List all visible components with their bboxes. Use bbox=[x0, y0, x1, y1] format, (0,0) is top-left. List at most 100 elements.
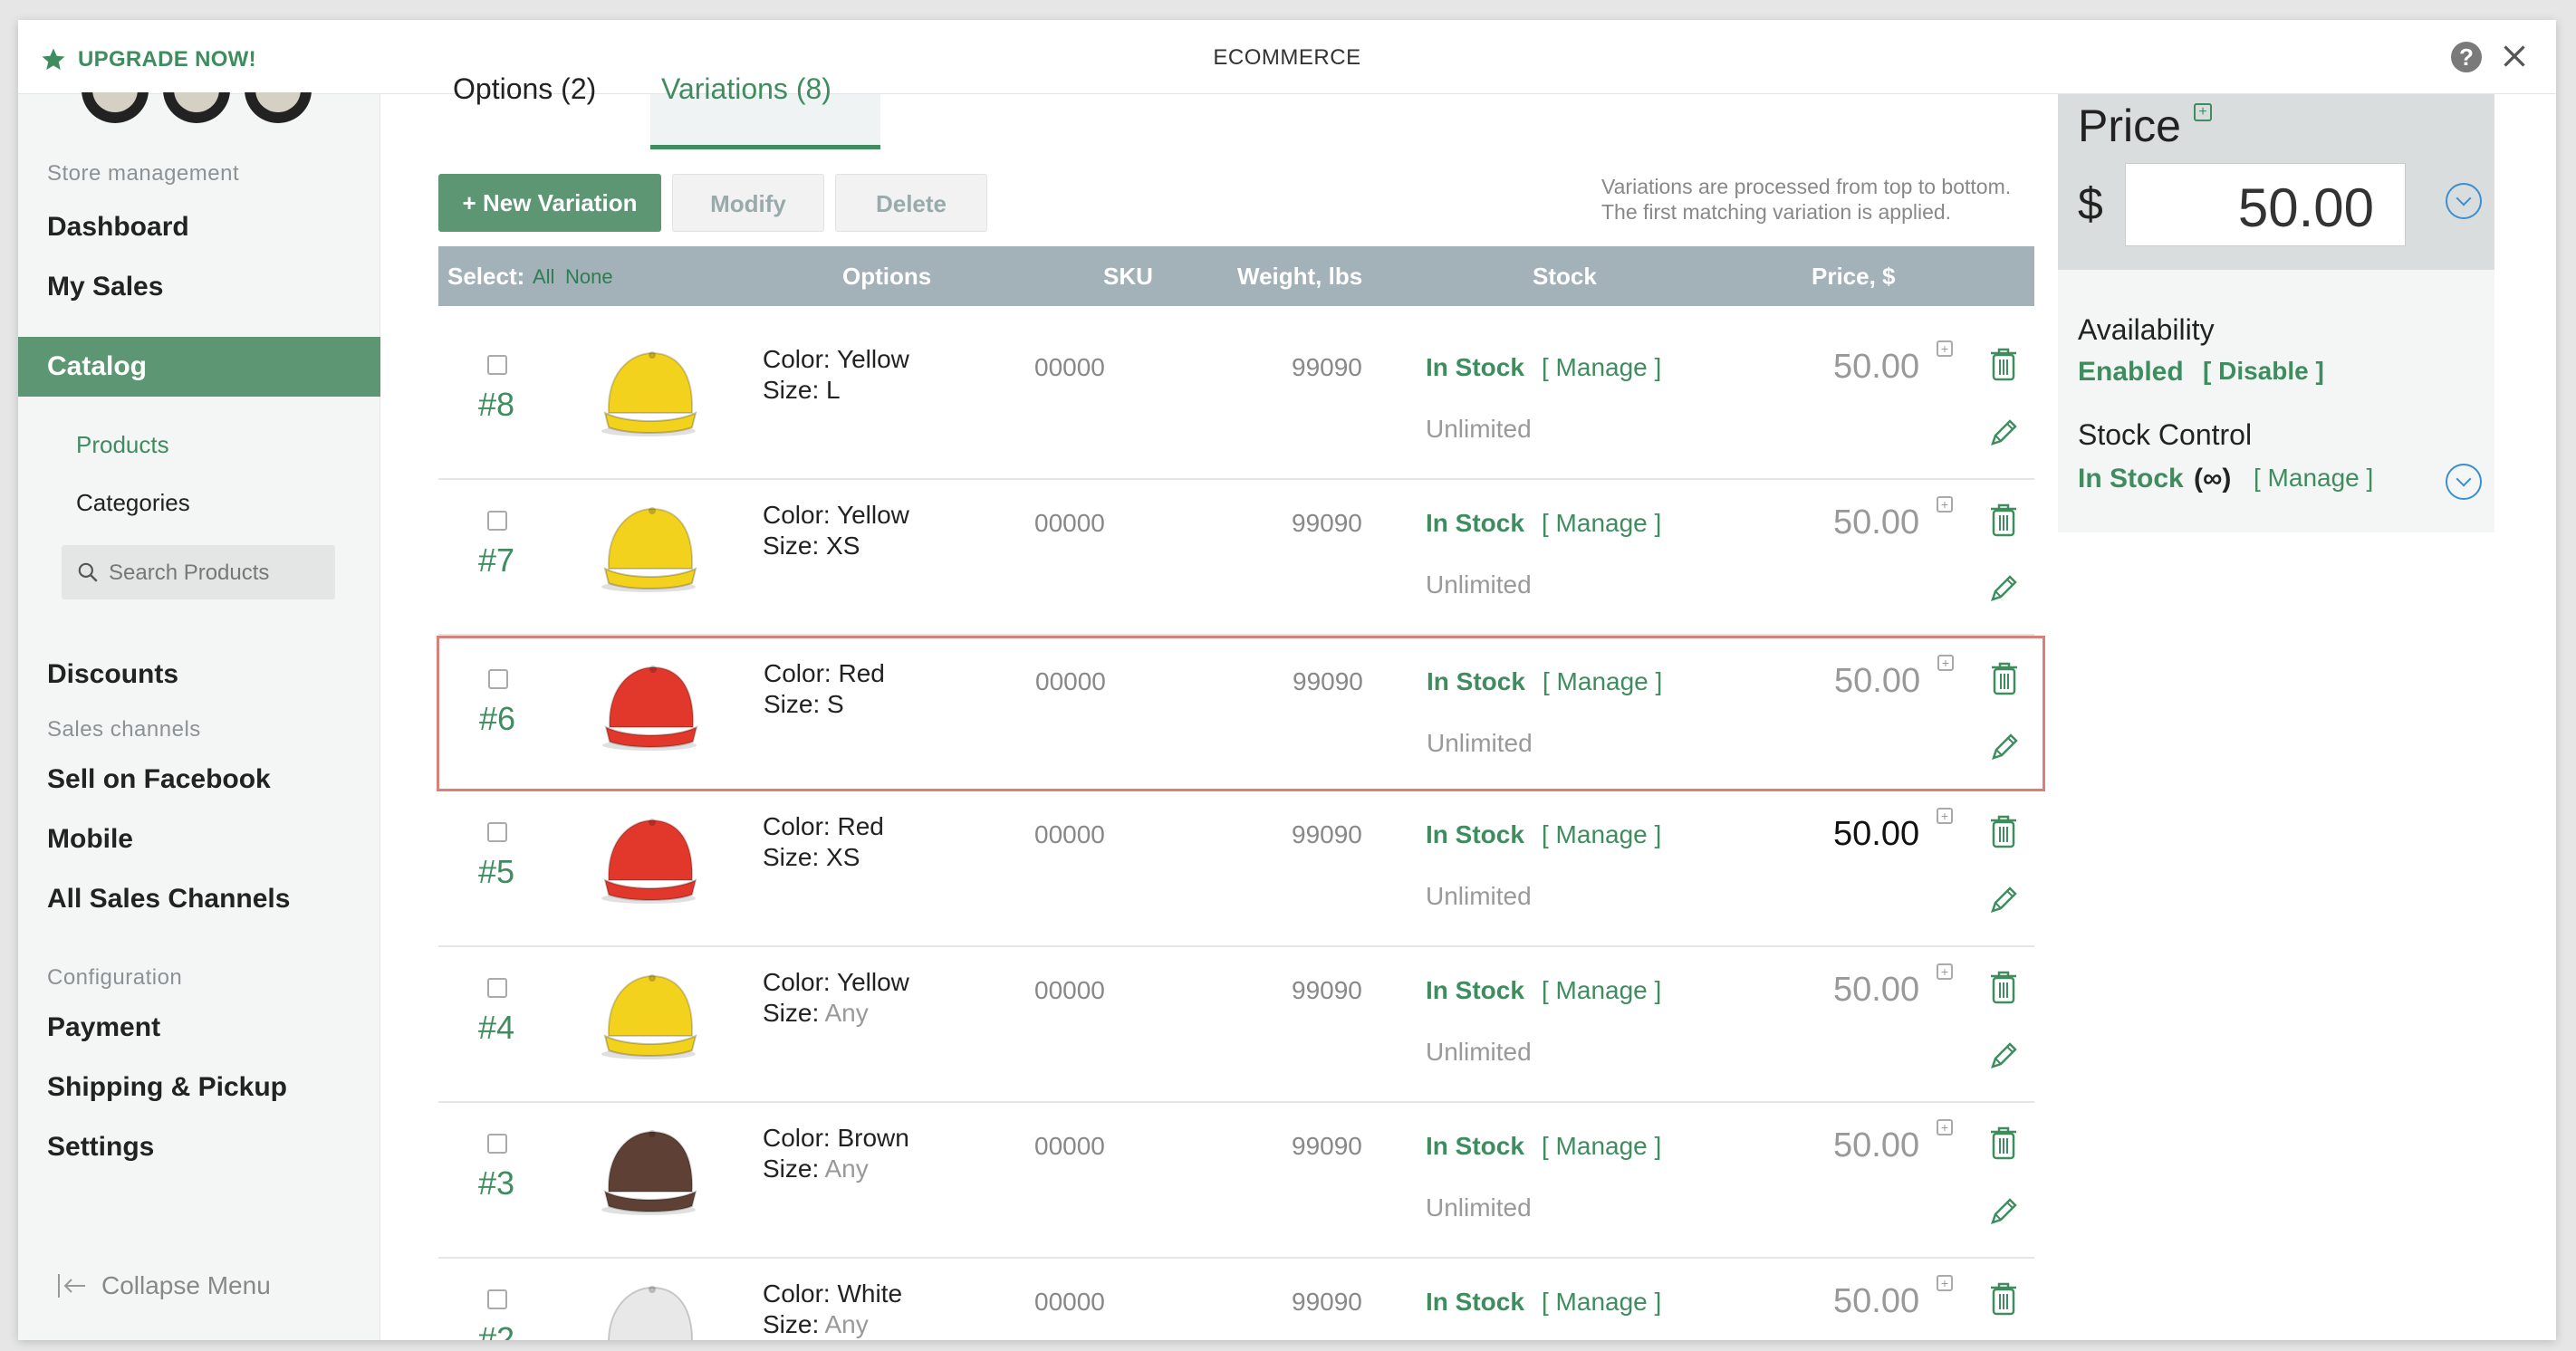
title-bar: UPGRADE NOW! ECOMMERCE ? bbox=[18, 20, 2556, 94]
price-plus-icon[interactable]: + bbox=[1937, 496, 1953, 513]
trash-icon[interactable] bbox=[1988, 660, 2021, 696]
trash-icon[interactable] bbox=[1987, 969, 2020, 1005]
table-row[interactable]: #5 Color: Red Size: XS 00000 99090 In Stock [ … bbox=[438, 791, 2034, 947]
manage-link[interactable]: [ Manage ] bbox=[1542, 353, 1661, 382]
sidebar-item-catalog[interactable]: Catalog bbox=[18, 337, 380, 397]
stock-manage-link[interactable]: [ Manage ] bbox=[2254, 464, 2373, 493]
cap-thumbnail bbox=[601, 351, 697, 436]
tab-underline bbox=[650, 145, 880, 149]
price-value[interactable]: 50.00 bbox=[1833, 348, 1919, 387]
row-checkbox[interactable] bbox=[487, 1289, 507, 1309]
color-value: Yellow bbox=[836, 345, 909, 373]
manage-link[interactable]: [ Manage ] bbox=[1543, 667, 1662, 696]
sidebar-item-products[interactable]: Products bbox=[76, 431, 169, 459]
search-products-input[interactable]: Search Products bbox=[62, 545, 335, 599]
price-input[interactable]: 50.00 bbox=[2125, 163, 2406, 246]
select-label: Select: bbox=[447, 263, 525, 290]
close-icon[interactable] bbox=[2498, 40, 2531, 72]
manage-link[interactable]: [ Manage ] bbox=[1542, 820, 1661, 849]
weight-value: 99090 bbox=[1292, 820, 1362, 848]
price-value[interactable]: 50.00 bbox=[1834, 662, 1920, 701]
variation-options: Color: Red Size: XS bbox=[763, 811, 884, 873]
stock-expand-icon[interactable] bbox=[2446, 464, 2482, 500]
table-row[interactable]: #3 Color: Brown Size: Any 00000 99090 In Stoc… bbox=[438, 1103, 2034, 1259]
stock-quantity: Unlimited bbox=[1426, 1038, 1532, 1066]
avatar bbox=[163, 92, 230, 123]
trash-icon[interactable] bbox=[1987, 1125, 2020, 1161]
price-value[interactable]: 50.00 bbox=[1833, 503, 1919, 542]
sidebar-item-mobile[interactable]: Mobile bbox=[47, 824, 133, 855]
sidebar-item-dashboard[interactable]: Dashboard bbox=[47, 212, 189, 243]
weight-value: 99090 bbox=[1292, 509, 1362, 537]
trash-icon[interactable] bbox=[1987, 346, 2020, 382]
column-stock: Stock bbox=[1533, 263, 1597, 290]
pencil-icon[interactable] bbox=[1985, 882, 2022, 918]
price-value[interactable]: 50.00 bbox=[1833, 815, 1919, 854]
table-row[interactable]: #2 Color: White Size: Any 00000 99090 In Stoc… bbox=[438, 1259, 2034, 1340]
color-value: Brown bbox=[837, 1124, 909, 1152]
new-variation-button[interactable]: + New Variation bbox=[438, 174, 661, 232]
row-checkbox[interactable] bbox=[487, 511, 507, 531]
manage-link[interactable]: [ Manage ] bbox=[1542, 1132, 1661, 1161]
manage-link[interactable]: [ Manage ] bbox=[1542, 1288, 1661, 1317]
table-row[interactable]: #4 Color: Yellow Size: Any 00000 99090 In Sto… bbox=[438, 947, 2034, 1103]
stock-quantity: Unlimited bbox=[1426, 1193, 1532, 1222]
price-value[interactable]: 50.00 bbox=[1833, 1126, 1919, 1165]
manage-link[interactable]: [ Manage ] bbox=[1542, 976, 1661, 1005]
price-add-icon[interactable]: + bbox=[2194, 103, 2212, 121]
row-checkbox[interactable] bbox=[488, 669, 508, 689]
table-row[interactable]: #8 Color: Yellow Size: L 00000 99090 In Stock… bbox=[438, 324, 2034, 480]
trash-icon[interactable] bbox=[1987, 813, 2020, 849]
price-plus-icon[interactable]: + bbox=[1937, 1275, 1953, 1291]
sku-value: 00000 bbox=[1034, 1132, 1105, 1160]
price-value[interactable]: 50.00 bbox=[1833, 971, 1919, 1010]
row-checkbox[interactable] bbox=[487, 822, 507, 842]
color-label: Color: bbox=[763, 1124, 831, 1152]
price-value[interactable]: 50.00 bbox=[1833, 1282, 1919, 1321]
pencil-icon[interactable] bbox=[1985, 570, 2022, 607]
row-checkbox[interactable] bbox=[487, 1134, 507, 1154]
sidebar-item-all-channels[interactable]: All Sales Channels bbox=[47, 884, 290, 915]
table-row[interactable]: #7 Color: Yellow Size: XS 00000 99090 In Stoc… bbox=[438, 480, 2034, 636]
size-label: Size: bbox=[763, 1310, 820, 1338]
pencil-icon[interactable] bbox=[1986, 729, 2023, 765]
price-plus-icon[interactable]: + bbox=[1937, 808, 1953, 824]
pencil-icon[interactable] bbox=[1985, 415, 2022, 451]
help-icon[interactable]: ? bbox=[2451, 42, 2482, 72]
sidebar-item-discounts[interactable]: Discounts bbox=[47, 659, 178, 690]
collapse-menu-button[interactable]: Collapse Menu bbox=[56, 1271, 271, 1300]
sidebar-item-shipping[interactable]: Shipping & Pickup bbox=[47, 1072, 287, 1103]
sidebar-item-settings[interactable]: Settings bbox=[47, 1132, 154, 1163]
price-plus-icon[interactable]: + bbox=[1937, 1119, 1953, 1135]
tab-variations[interactable]: Variations (8) bbox=[661, 72, 831, 106]
stock-quantity: Unlimited bbox=[1426, 570, 1532, 599]
sidebar-item-payment[interactable]: Payment bbox=[47, 1012, 160, 1043]
sidebar-item-my-sales[interactable]: My Sales bbox=[47, 272, 163, 302]
sidebar-item-facebook[interactable]: Sell on Facebook bbox=[47, 764, 271, 795]
select-all-link[interactable]: All bbox=[533, 265, 554, 289]
select-none-link[interactable]: None bbox=[565, 265, 613, 289]
price-expand-icon[interactable] bbox=[2446, 183, 2482, 219]
price-plus-icon[interactable]: + bbox=[1937, 963, 1953, 980]
availability-panel: Availability Enabled [ Disable ] Stock C… bbox=[2058, 270, 2494, 532]
trash-icon[interactable] bbox=[1987, 1280, 2020, 1317]
sidebar-item-categories[interactable]: Categories bbox=[76, 489, 190, 517]
tab-options[interactable]: Options (2) bbox=[453, 72, 596, 106]
trash-icon[interactable] bbox=[1987, 502, 2020, 538]
table-row[interactable]: #6 Color: Red Size: S 00000 99090 In Stock [ M… bbox=[437, 636, 2045, 791]
row-checkbox[interactable] bbox=[487, 355, 507, 375]
sku-value: 00000 bbox=[1034, 976, 1105, 1004]
size-label: Size: bbox=[763, 999, 820, 1027]
color-label: Color: bbox=[764, 659, 831, 687]
sku-value: 00000 bbox=[1034, 1288, 1105, 1316]
price-plus-icon[interactable]: + bbox=[1937, 340, 1953, 357]
manage-link[interactable]: [ Manage ] bbox=[1542, 509, 1661, 538]
delete-button[interactable]: Delete bbox=[835, 174, 987, 232]
price-plus-icon[interactable]: + bbox=[1937, 655, 1954, 671]
pencil-icon[interactable] bbox=[1985, 1193, 2022, 1230]
disable-link[interactable]: [ Disable ] bbox=[2203, 357, 2324, 386]
pencil-icon[interactable] bbox=[1985, 1038, 2022, 1074]
row-checkbox[interactable] bbox=[487, 978, 507, 998]
color-value: Red bbox=[838, 659, 885, 687]
modify-button[interactable]: Modify bbox=[672, 174, 824, 232]
